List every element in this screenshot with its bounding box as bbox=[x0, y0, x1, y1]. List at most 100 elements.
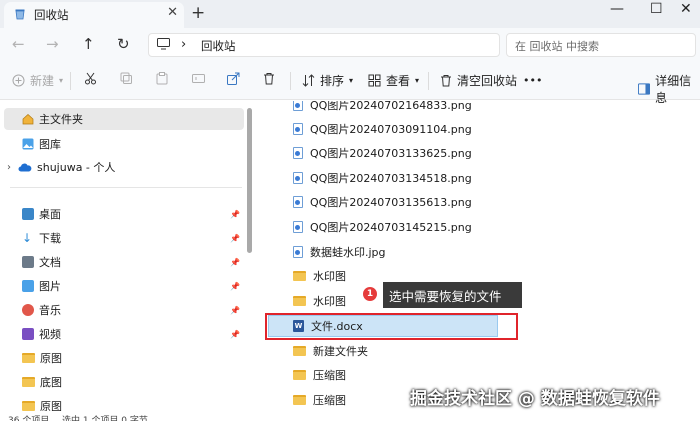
chevron-down-icon: ▾ bbox=[415, 76, 420, 85]
sidebar-item-desktop[interactable]: 桌面 📌 bbox=[0, 203, 244, 225]
address-bar[interactable]: › 回收站 bbox=[148, 33, 500, 57]
image-file-icon bbox=[293, 196, 303, 208]
pictures-icon bbox=[22, 280, 34, 292]
status-bar: 36 个项目 选中 1 个项目 0 字节 bbox=[0, 411, 700, 421]
search-placeholder: 在 回收站 中搜索 bbox=[515, 40, 599, 53]
close-button[interactable]: ✕ bbox=[680, 1, 692, 17]
empty-recycle-bin-button[interactable]: 清空回收站 bbox=[440, 72, 517, 89]
file-name: QQ图片20240703145215.png bbox=[310, 221, 472, 234]
file-name: QQ图片20240703091104.png bbox=[310, 123, 472, 136]
refresh-icon[interactable]: ↻ bbox=[117, 35, 130, 53]
list-item[interactable]: QQ图片20240702164833.png bbox=[293, 101, 693, 116]
sidebar-item-label: 图库 bbox=[39, 138, 61, 151]
list-item[interactable]: 压缩图 bbox=[293, 364, 693, 386]
sidebar-item-onedrive[interactable]: › shujuwa - 个人 bbox=[0, 156, 244, 178]
file-name: QQ图片20240703133625.png bbox=[310, 147, 472, 160]
pin-icon[interactable]: 📌 bbox=[230, 210, 240, 219]
folder-icon bbox=[293, 346, 306, 356]
sidebar-item-label: 原图 bbox=[40, 400, 62, 411]
back-arrow-icon[interactable]: ← bbox=[12, 35, 25, 53]
more-options-icon[interactable]: ••• bbox=[523, 74, 542, 87]
sidebar-item-folder[interactable]: 原图 bbox=[0, 395, 244, 411]
image-file-icon bbox=[293, 221, 303, 233]
toolbar-divider bbox=[428, 72, 429, 90]
pin-icon[interactable]: 📌 bbox=[230, 282, 240, 291]
sidebar-item-home[interactable]: 主文件夹 bbox=[4, 108, 244, 130]
file-name: 水印图 bbox=[313, 295, 346, 308]
watermark-text: 掘金技术社区 @ 数据蛙恢复软件 bbox=[410, 389, 660, 409]
sidebar-item-folder[interactable]: 底图 bbox=[0, 371, 244, 393]
tab-close-icon[interactable]: ✕ bbox=[167, 5, 178, 20]
file-name: QQ图片20240703134518.png bbox=[310, 172, 472, 185]
list-item[interactable]: 数据蛙水印.jpg bbox=[293, 241, 693, 263]
delete-trash-icon[interactable] bbox=[263, 72, 275, 85]
list-item[interactable]: QQ图片20240703091104.png bbox=[293, 118, 693, 140]
sidebar-item-documents[interactable]: 文档 📌 bbox=[0, 251, 244, 273]
item-count: 36 个项目 bbox=[8, 416, 50, 421]
minimize-button[interactable]: — bbox=[610, 1, 624, 17]
folder-icon bbox=[293, 271, 306, 281]
image-file-icon bbox=[293, 172, 303, 184]
sidebar-item-label: 图片 bbox=[39, 280, 61, 293]
new-button[interactable]: 新建 ▾ bbox=[12, 72, 63, 89]
callout-label: 选中需要恢复的文件 bbox=[383, 282, 522, 308]
documents-icon bbox=[22, 256, 34, 268]
sidebar-item-pictures[interactable]: 图片 📌 bbox=[0, 275, 244, 297]
sidebar-item-folder[interactable]: 原图 bbox=[0, 347, 244, 369]
new-tab-button[interactable]: + bbox=[191, 3, 205, 23]
sort-icon bbox=[302, 74, 315, 87]
paste-icon[interactable] bbox=[156, 72, 168, 85]
rename-icon[interactable] bbox=[192, 72, 205, 85]
share-icon[interactable] bbox=[227, 72, 240, 85]
sidebar-item-gallery[interactable]: 图库 bbox=[0, 133, 244, 155]
view-grid-icon bbox=[368, 74, 381, 87]
monitor-icon bbox=[157, 38, 170, 53]
folder-icon bbox=[22, 377, 35, 387]
sidebar-item-videos[interactable]: 视频 📌 bbox=[0, 323, 244, 345]
sort-button[interactable]: 排序 ▾ bbox=[302, 72, 353, 89]
breadcrumb-recycle-bin[interactable]: 回收站 bbox=[201, 38, 236, 54]
list-item[interactable]: 新建文件夹 bbox=[293, 340, 693, 362]
cut-icon[interactable] bbox=[84, 72, 97, 85]
folder-icon bbox=[293, 370, 306, 380]
chevron-right-icon[interactable]: › bbox=[7, 162, 11, 173]
list-item[interactable]: QQ图片20240703134518.png bbox=[293, 167, 693, 189]
pin-icon[interactable]: 📌 bbox=[230, 306, 240, 315]
pin-icon[interactable]: 📌 bbox=[230, 330, 240, 339]
empty-bin-icon bbox=[441, 75, 451, 87]
sidebar-item-label: 音乐 bbox=[39, 304, 61, 317]
recycle-bin-icon bbox=[14, 8, 26, 23]
list-item[interactable]: QQ图片20240703133625.png bbox=[293, 142, 693, 164]
download-arrow-icon: ↓ bbox=[22, 231, 33, 245]
file-name: QQ图片20240702164833.png bbox=[310, 101, 472, 112]
sidebar-item-music[interactable]: 音乐 📌 bbox=[0, 299, 244, 321]
copy-icon[interactable] bbox=[120, 72, 133, 85]
view-label: 查看 bbox=[386, 74, 411, 88]
file-list: QQ图片20240702164833.png QQ图片2024070309110… bbox=[257, 101, 700, 411]
sidebar-item-label: shujuwa - 个人 bbox=[37, 161, 116, 174]
pin-icon[interactable]: 📌 bbox=[230, 258, 240, 267]
navigation-pane: 主文件夹 图库 › shujuwa - 个人 桌面 📌 ↓ 下载 📌 文档 📌 … bbox=[0, 101, 257, 411]
image-file-icon bbox=[293, 246, 303, 258]
sidebar-scrollbar[interactable] bbox=[247, 108, 252, 253]
view-button[interactable]: 查看 ▾ bbox=[368, 72, 419, 89]
callout-text: 选中需要恢复的文件 bbox=[389, 288, 502, 304]
file-name: 数据蛙水印.jpg bbox=[310, 246, 386, 259]
sidebar-item-label: 桌面 bbox=[39, 208, 61, 221]
sidebar-item-label: 原图 bbox=[40, 352, 62, 365]
list-item[interactable]: QQ图片20240703135613.png bbox=[293, 191, 693, 213]
sidebar-item-downloads[interactable]: ↓ 下载 📌 bbox=[0, 227, 244, 249]
tab-recycle-bin[interactable]: 回收站 ✕ bbox=[4, 2, 184, 28]
list-item[interactable]: QQ图片20240703145215.png bbox=[293, 216, 693, 238]
pin-icon[interactable]: 📌 bbox=[230, 234, 240, 243]
image-file-icon bbox=[293, 101, 303, 111]
step-badge: 1 bbox=[362, 286, 378, 302]
folder-icon bbox=[293, 395, 306, 405]
forward-arrow-icon[interactable]: → bbox=[46, 35, 59, 53]
maximize-button[interactable]: ☐ bbox=[650, 1, 663, 17]
search-input[interactable]: 在 回收站 中搜索 bbox=[506, 33, 696, 57]
up-arrow-icon[interactable]: ↑ bbox=[82, 35, 95, 53]
tab-title: 回收站 bbox=[34, 8, 69, 22]
toolbar-divider bbox=[290, 72, 291, 90]
music-icon bbox=[22, 304, 34, 316]
